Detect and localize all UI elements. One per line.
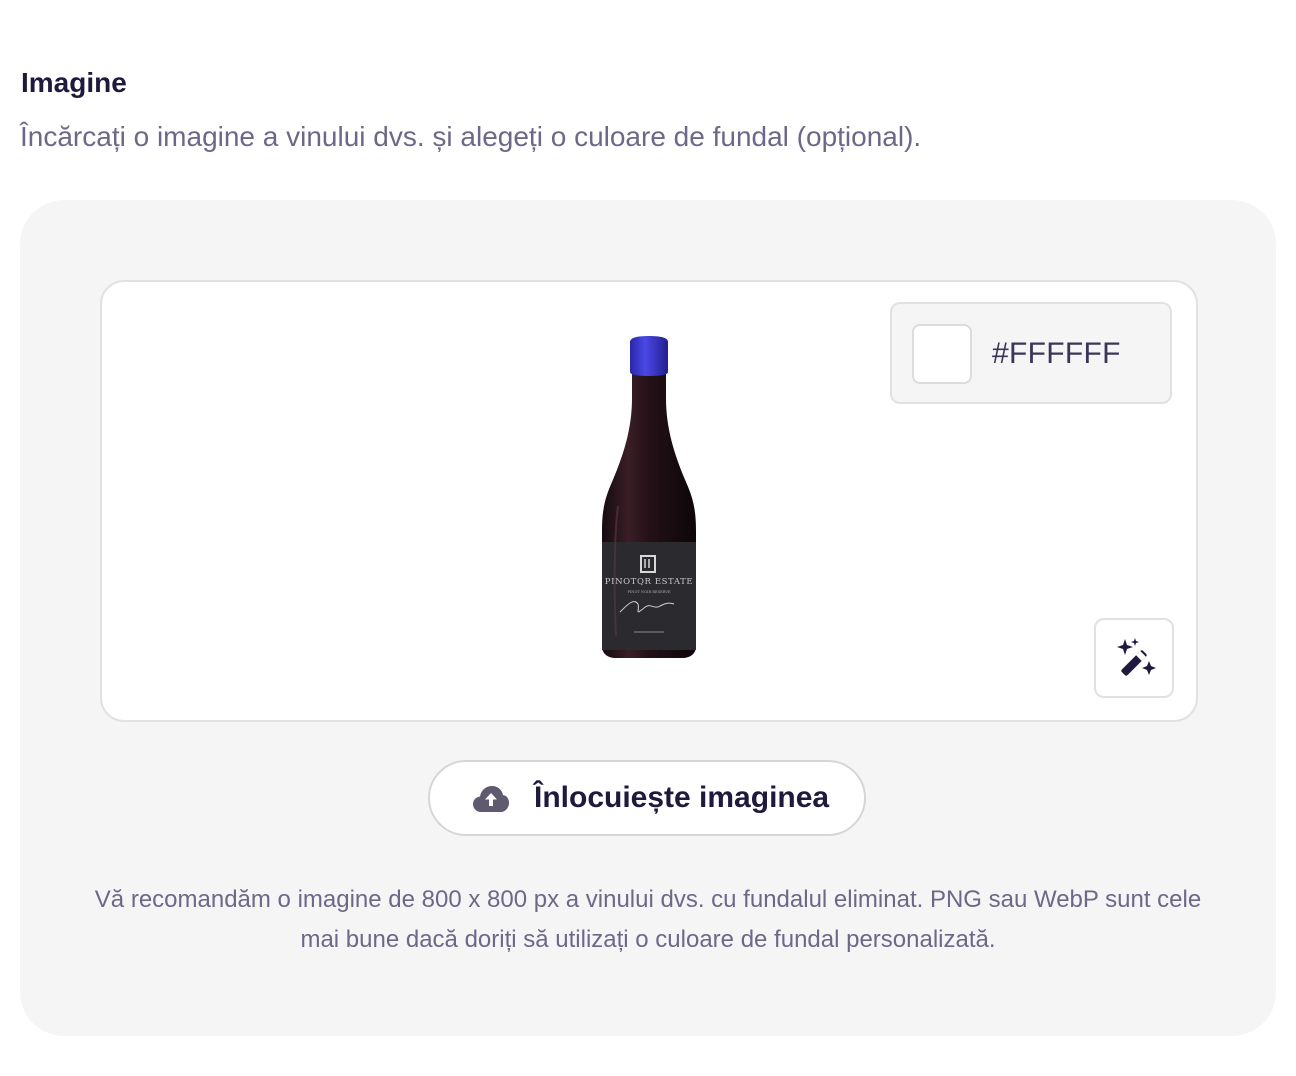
magic-edit-button[interactable]	[1094, 618, 1174, 698]
svg-text:PINOTQR ESTATE: PINOTQR ESTATE	[605, 577, 693, 587]
color-swatch[interactable]	[912, 324, 972, 384]
recommendation-text: Vă recomandăm o imagine de 800 x 800 px …	[94, 886, 1202, 953]
magic-wand-sparkles-icon	[1117, 638, 1156, 676]
section-description: Încărcați o imagine a vinului dvs. și al…	[20, 121, 922, 152]
image-preview: PINOTQR ESTATE PINOT NOIR RESERVE #FFFFF…	[100, 280, 1198, 722]
wine-bottle-image: PINOTQR ESTATE PINOT NOIR RESERVE	[602, 336, 696, 658]
svg-text:PINOT NOIR RESERVE: PINOT NOIR RESERVE	[627, 590, 670, 594]
section-title: Imagine	[21, 67, 127, 98]
replace-image-button[interactable]: Înlocuiește imaginea	[428, 760, 866, 836]
hex-color-value[interactable]: #FFFFFF	[992, 336, 1121, 372]
cloud-upload-icon	[473, 786, 509, 812]
replace-image-label: Înlocuiește imaginea	[534, 781, 830, 814]
image-upload-panel: PINOTQR ESTATE PINOT NOIR RESERVE #FFFFF…	[20, 200, 1276, 1036]
background-color-picker[interactable]: #FFFFFF	[890, 302, 1172, 404]
